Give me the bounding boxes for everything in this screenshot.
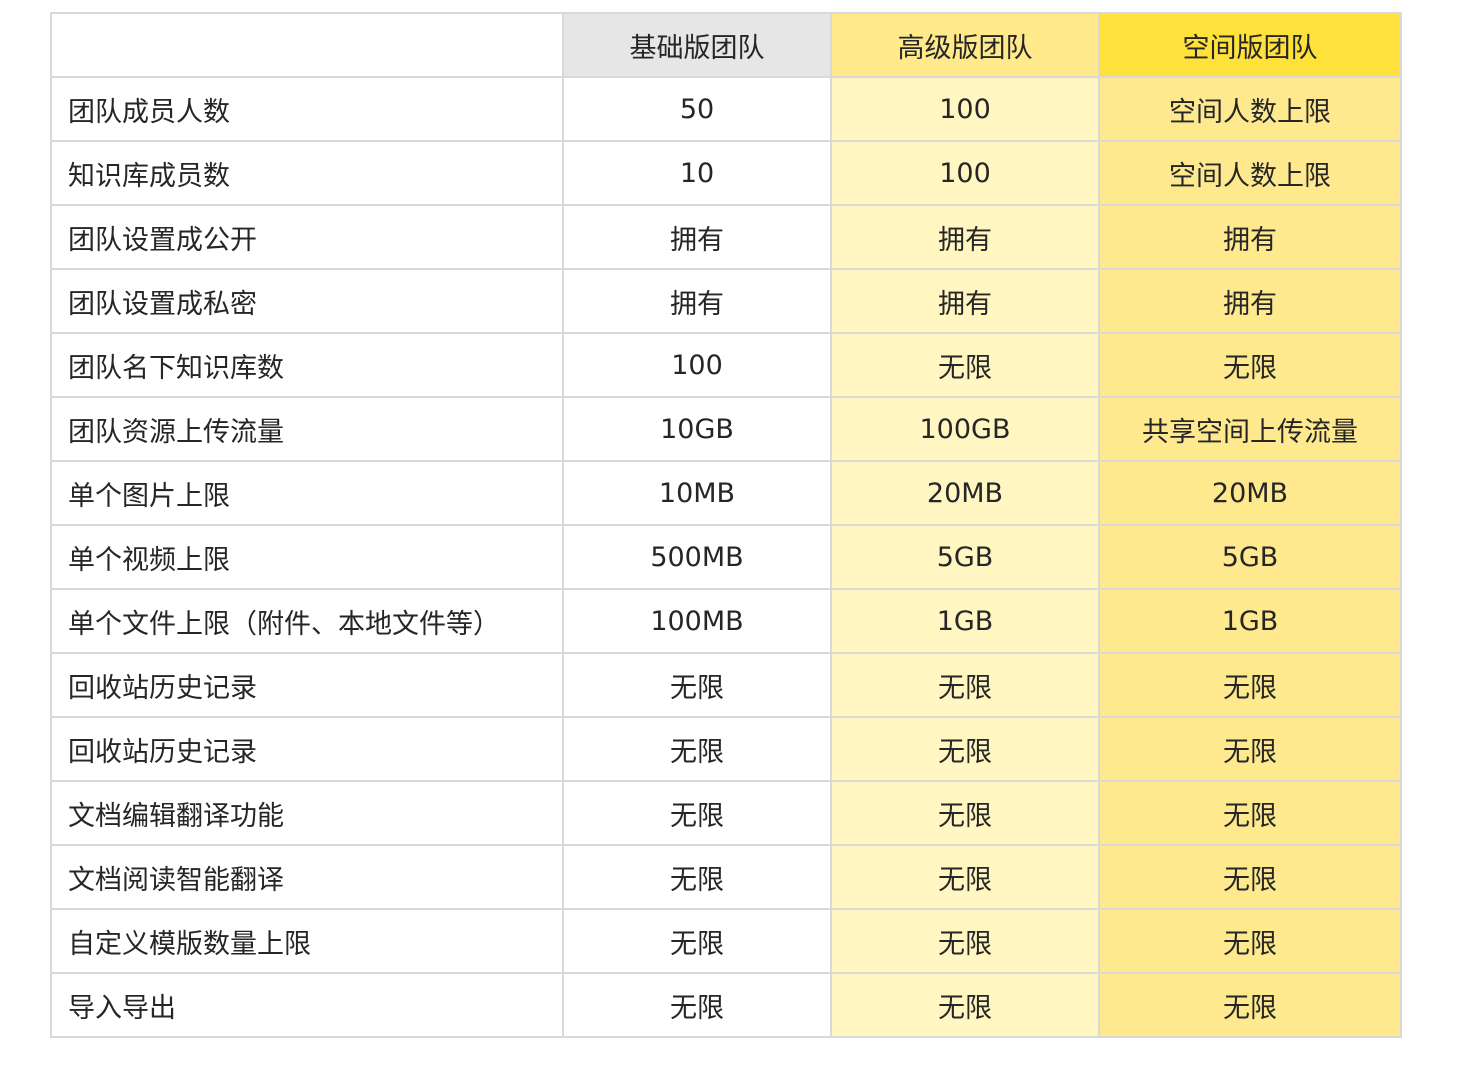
space-team-value-cell: 1GB	[1098, 588, 1402, 654]
basic-team-value-cell: 10	[562, 140, 832, 206]
feature-name-cell: 文档编辑翻译功能	[50, 780, 564, 846]
feature-name-cell: 回收站历史记录	[50, 652, 564, 718]
space-team-value-cell: 拥有	[1098, 268, 1402, 334]
basic-team-value-cell: 拥有	[562, 268, 832, 334]
table-row: 单个视频上限 500MB 5GB 5GB	[50, 524, 1402, 590]
table-body: 团队成员人数 50 100 空间人数上限 知识库成员数 10 100 空间人数上限 团队设置成公…	[50, 76, 1402, 1038]
basic-team-value-cell: 无限	[562, 972, 832, 1038]
feature-name-cell: 团队设置成公开	[50, 204, 564, 270]
table-row: 文档阅读智能翻译 无限 无限 无限	[50, 844, 1402, 910]
advanced-team-value-cell: 无限	[830, 780, 1100, 846]
basic-team-value-cell: 10GB	[562, 396, 832, 462]
space-team-value-cell: 拥有	[1098, 204, 1402, 270]
space-team-value-cell: 空间人数上限	[1098, 76, 1402, 142]
table-row: 团队资源上传流量 10GB 100GB 共享空间上传流量	[50, 396, 1402, 462]
basic-team-value-cell: 无限	[562, 908, 832, 974]
space-team-value-cell: 无限	[1098, 652, 1402, 718]
space-team-value-cell: 无限	[1098, 844, 1402, 910]
basic-team-value-cell: 无限	[562, 652, 832, 718]
feature-name-cell: 单个图片上限	[50, 460, 564, 526]
space-team-value-cell: 空间人数上限	[1098, 140, 1402, 206]
advanced-team-value-cell: 无限	[830, 844, 1100, 910]
advanced-team-value-cell: 5GB	[830, 524, 1100, 590]
space-team-value-cell: 共享空间上传流量	[1098, 396, 1402, 462]
advanced-team-value-cell: 100	[830, 140, 1100, 206]
header-basic-team: 基础版团队	[562, 12, 832, 78]
advanced-team-value-cell: 无限	[830, 652, 1100, 718]
basic-team-value-cell: 无限	[562, 844, 832, 910]
advanced-team-value-cell: 无限	[830, 332, 1100, 398]
table-row: 团队名下知识库数 100 无限 无限	[50, 332, 1402, 398]
table-row: 单个图片上限 10MB 20MB 20MB	[50, 460, 1402, 526]
basic-team-value-cell: 500MB	[562, 524, 832, 590]
basic-team-value-cell: 10MB	[562, 460, 832, 526]
advanced-team-value-cell: 无限	[830, 716, 1100, 782]
header-space-team: 空间版团队	[1098, 12, 1402, 78]
feature-name-cell: 回收站历史记录	[50, 716, 564, 782]
feature-name-cell: 团队资源上传流量	[50, 396, 564, 462]
space-team-value-cell: 无限	[1098, 780, 1402, 846]
basic-team-value-cell: 无限	[562, 780, 832, 846]
space-team-value-cell: 无限	[1098, 332, 1402, 398]
advanced-team-value-cell: 1GB	[830, 588, 1100, 654]
basic-team-value-cell: 100	[562, 332, 832, 398]
table-row: 回收站历史记录 无限 无限 无限	[50, 652, 1402, 718]
table-row: 知识库成员数 10 100 空间人数上限	[50, 140, 1402, 206]
table-row: 单个文件上限（附件、本地文件等） 100MB 1GB 1GB	[50, 588, 1402, 654]
header-advanced-team: 高级版团队	[830, 12, 1100, 78]
basic-team-value-cell: 拥有	[562, 204, 832, 270]
table-row: 团队设置成私密 拥有 拥有 拥有	[50, 268, 1402, 334]
table-row: 文档编辑翻译功能 无限 无限 无限	[50, 780, 1402, 846]
space-team-value-cell: 无限	[1098, 716, 1402, 782]
table-row: 导入导出 无限 无限 无限	[50, 972, 1402, 1038]
space-team-value-cell: 无限	[1098, 908, 1402, 974]
feature-name-cell: 单个视频上限	[50, 524, 564, 590]
advanced-team-value-cell: 20MB	[830, 460, 1100, 526]
header-corner-cell	[50, 12, 564, 78]
feature-name-cell: 单个文件上限（附件、本地文件等）	[50, 588, 564, 654]
table-row: 回收站历史记录 无限 无限 无限	[50, 716, 1402, 782]
advanced-team-value-cell: 无限	[830, 972, 1100, 1038]
space-team-value-cell: 20MB	[1098, 460, 1402, 526]
basic-team-value-cell: 无限	[562, 716, 832, 782]
advanced-team-value-cell: 100GB	[830, 396, 1100, 462]
table-row: 团队成员人数 50 100 空间人数上限	[50, 76, 1402, 142]
feature-name-cell: 团队名下知识库数	[50, 332, 564, 398]
advanced-team-value-cell: 无限	[830, 908, 1100, 974]
table-row: 团队设置成公开 拥有 拥有 拥有	[50, 204, 1402, 270]
space-team-value-cell: 无限	[1098, 972, 1402, 1038]
table-header-row: 基础版团队 高级版团队 空间版团队	[50, 12, 1402, 78]
space-team-value-cell: 5GB	[1098, 524, 1402, 590]
feature-name-cell: 文档阅读智能翻译	[50, 844, 564, 910]
feature-name-cell: 自定义模版数量上限	[50, 908, 564, 974]
advanced-team-value-cell: 拥有	[830, 268, 1100, 334]
feature-name-cell: 知识库成员数	[50, 140, 564, 206]
feature-name-cell: 团队成员人数	[50, 76, 564, 142]
feature-name-cell: 团队设置成私密	[50, 268, 564, 334]
plan-comparison-table: 基础版团队 高级版团队 空间版团队 团队成员人数 50 100 空间人数上限 知识库成员…	[50, 12, 1402, 1038]
advanced-team-value-cell: 100	[830, 76, 1100, 142]
feature-name-cell: 导入导出	[50, 972, 564, 1038]
basic-team-value-cell: 50	[562, 76, 832, 142]
advanced-team-value-cell: 拥有	[830, 204, 1100, 270]
basic-team-value-cell: 100MB	[562, 588, 832, 654]
table-row: 自定义模版数量上限 无限 无限 无限	[50, 908, 1402, 974]
